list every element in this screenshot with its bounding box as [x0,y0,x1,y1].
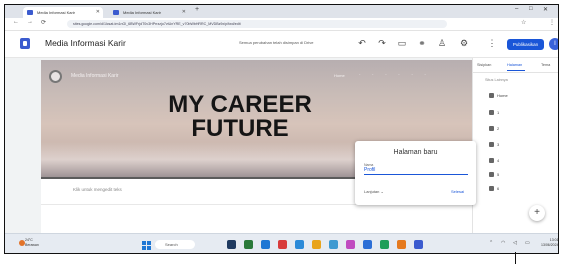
sites-favicon-icon [27,10,33,15]
page-icon [489,126,494,131]
tab-label: Media Informasi Karir [37,10,76,15]
windows-start-icon[interactable] [142,241,151,250]
weather-widget[interactable]: 24°C Berawan [25,238,39,248]
dialog-title: Halaman baru [393,149,438,156]
redo-icon[interactable]: ↷ [375,36,389,50]
publish-button[interactable]: Publikasikan [507,39,544,50]
add-page-button[interactable]: + [529,205,545,221]
page-item[interactable]: 1 [497,110,499,115]
active-tab-indicator [507,70,525,71]
page-icon [489,110,494,115]
done-button[interactable]: Selesai [451,189,464,194]
maximize-icon[interactable]: □ [529,6,533,12]
browser-tab-active[interactable]: Media Informasi Karir ✕ [23,7,103,18]
more-icon[interactable]: ⋮ [485,36,499,50]
wifi-icon[interactable]: ◠ [501,240,505,246]
browser-tab[interactable]: Media Informasi Karir ✕ [109,7,189,18]
taskbar-search[interactable]: Search [155,240,195,249]
site-title[interactable]: Media Informasi Karir [45,38,126,48]
minimize-icon[interactable]: – [515,6,518,12]
panel-divider [473,72,558,73]
taskbar-app-icon[interactable] [329,240,338,249]
battery-icon[interactable]: ▭ [525,240,530,246]
address-bar-row: ← → ⟳ sites.google.com/d/1lcsat-tm1nGl_6… [5,18,558,31]
avatar[interactable]: I [549,38,558,50]
page-item[interactable]: 6 [497,186,499,191]
clock-date: 13/06/2024 [541,243,559,247]
taskbar-app-icon[interactable] [346,240,355,249]
windows-taskbar: 24°C Berawan Search ⌃ ◠ ◁ ▭ 13:01 13/06/… [5,233,559,253]
taskbar-app-icon[interactable] [312,240,321,249]
body-text-placeholder[interactable]: Klik untuk mengedit teks [73,187,122,192]
advanced-link[interactable]: Lanjutan ⌄ [364,189,384,194]
back-icon[interactable]: ← [13,19,19,25]
volume-icon[interactable]: ◁ [513,240,517,246]
taskbar-app-icon[interactable] [414,240,423,249]
annotation-line [515,252,516,264]
new-page-dialog: Halaman baru Nama Profil Lanjutan ⌄ Sele… [355,141,476,205]
page-item[interactable]: 4 [497,158,499,163]
tab-pages[interactable]: Halaman [507,63,522,67]
tab-close-icon[interactable]: ✕ [182,7,186,18]
person-add-icon[interactable]: ♙ [435,36,449,50]
reload-icon[interactable]: ⟳ [41,19,46,26]
site-logo-icon[interactable] [49,70,62,83]
hero-nav-home[interactable]: Home [334,73,345,78]
save-status: Semua perubahan telah disimpan di Drive [239,40,314,45]
taskbar-app-icon[interactable] [380,240,389,249]
page-item[interactable]: 3 [497,142,499,147]
taskbar-app-icon[interactable] [227,240,236,249]
page-name-input[interactable]: Profil [364,167,468,175]
google-sites-logo-icon[interactable] [20,38,30,49]
screenshot-frame: Media Informasi Karir ✕ Media Informasi … [4,4,559,254]
page-icon [489,158,494,163]
tray-chevron-icon[interactable]: ⌃ [489,240,493,246]
taskbar-app-icon[interactable] [295,240,304,249]
page-item[interactable]: 2 [497,126,499,131]
taskbar-app-icon[interactable] [397,240,406,249]
page-item[interactable]: 5 [497,172,499,177]
preview-icon[interactable]: ▭ [395,36,409,50]
pages-section-heading[interactable]: Situs Lainnya [485,78,508,82]
home-page-icon [489,93,494,98]
taskbar-app-icon[interactable] [278,240,287,249]
hero-title[interactable]: MY CAREER FUTURE [160,93,320,141]
tab-themes[interactable]: Tema [541,63,550,67]
hero-nav-items: · · · · · · [359,72,431,78]
taskbar-app-icon[interactable] [363,240,372,249]
hero-site-name: Media Informasi Karir [71,73,119,79]
page-icon [489,142,494,147]
weather-desc: Berawan [25,243,39,247]
close-window-icon[interactable]: ✕ [543,6,548,13]
sites-toolbar: Media Informasi Karir Semua perubahan te… [5,31,558,58]
link-icon[interactable]: ⚭ [415,36,429,50]
bookmark-star-icon[interactable]: ☆ [521,19,526,26]
forward-icon[interactable]: → [27,19,33,25]
browser-menu-icon[interactable]: ⋮ [549,19,555,26]
tab-label: Media Informasi Karir [123,10,162,15]
page-item-home[interactable]: Home [497,93,508,98]
url-field[interactable]: sites.google.com/d/1lcsat-tm1nGl_6BWFrjd… [67,20,447,28]
taskbar-app-icon[interactable] [244,240,253,249]
taskbar-clock[interactable]: 13:01 13/06/2024 [541,238,559,248]
undo-icon[interactable]: ↶ [355,36,369,50]
new-tab-button[interactable]: + [195,6,199,13]
tab-insert[interactable]: Sisipkan [477,63,491,67]
sites-favicon-icon [113,10,119,15]
taskbar-app-icon[interactable] [261,240,270,249]
settings-icon[interactable]: ⚙ [457,36,471,50]
tab-close-icon[interactable]: ✕ [96,7,100,18]
page-icon [489,186,494,191]
page-icon [489,172,494,177]
right-side-panel: Sisipkan Halaman Tema Situs Lainnya Home… [472,58,558,233]
browser-tab-strip: Media Informasi Karir ✕ Media Informasi … [5,5,558,18]
